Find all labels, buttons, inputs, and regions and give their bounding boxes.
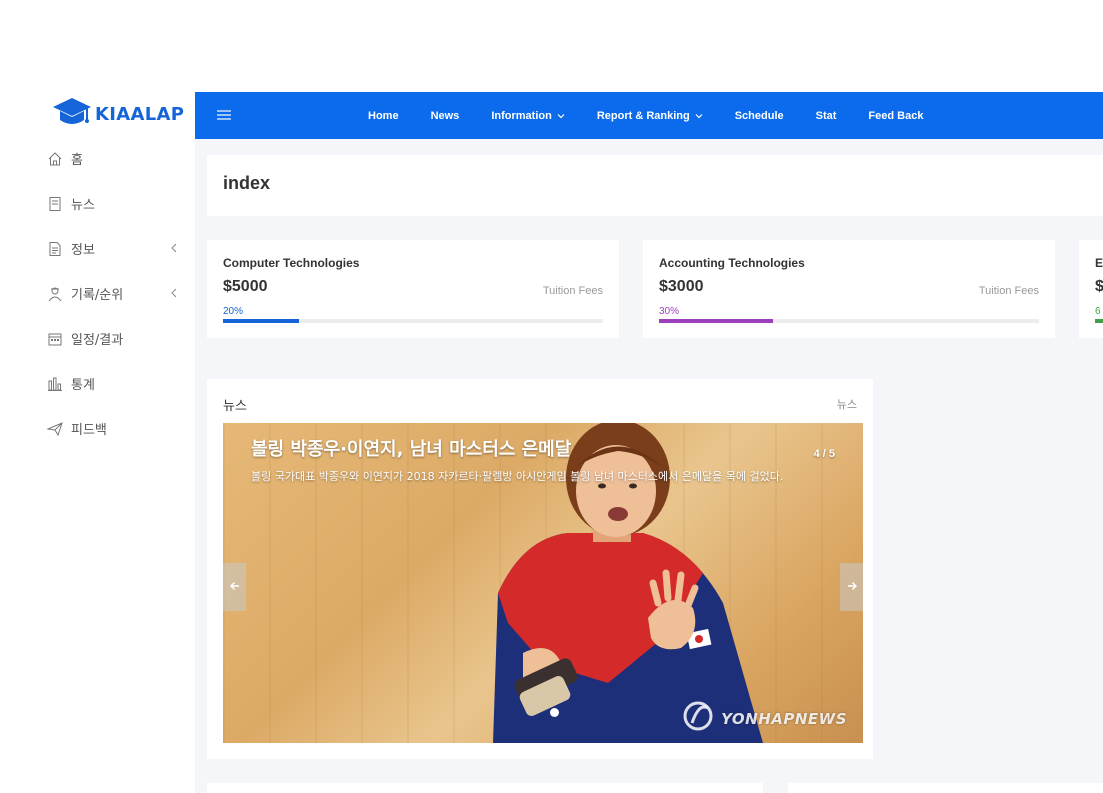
carousel-prev-button[interactable]	[223, 563, 246, 611]
watermark-text: YONHAPNEWS	[721, 709, 847, 728]
yonhap-logo-icon	[679, 701, 717, 736]
chevron-left-icon	[167, 285, 181, 301]
nav-feedback[interactable]: Feed Back	[868, 110, 923, 122]
nav-schedule[interactable]: Schedule	[735, 110, 784, 122]
bottom-card	[207, 783, 763, 793]
nav-report-ranking[interactable]: Report & Ranking	[597, 110, 703, 122]
nav-label: Report & Ranking	[596, 109, 690, 122]
stat-title: Accounting Technologies	[659, 256, 805, 270]
nav-label: Schedule	[734, 109, 784, 122]
slide-title: 볼링 박종우·이연지, 남녀 마스터스 은메달	[251, 439, 572, 460]
document-icon	[47, 241, 63, 257]
hamburger-menu-icon[interactable]	[217, 109, 231, 121]
user-ranking-icon	[47, 286, 63, 302]
top-navbar: Home News Information Report & Ranking S…	[195, 92, 1103, 139]
stat-card: E $ 6	[1079, 240, 1103, 338]
brand-name: KIAALAP	[95, 103, 185, 125]
carousel-next-button[interactable]	[840, 563, 863, 611]
stat-title: Computer Technologies	[223, 256, 360, 270]
progress-fill	[223, 319, 299, 323]
slide-description: 볼링 국가대표 박종우와 이연지가 2018 자카르타·팔렘방 아시안게임 볼링…	[251, 470, 784, 483]
progress-bar	[659, 319, 1039, 323]
sidebar-item-schedule[interactable]: 일정/결과	[0, 316, 195, 361]
nav-label: News	[430, 109, 460, 122]
carousel-indicator-dot[interactable]	[550, 708, 559, 717]
stat-percent: 6	[1095, 306, 1101, 317]
stat-amount: $5000	[223, 278, 268, 295]
stat-card: Accounting Technologies $3000 Tuition Fe…	[643, 240, 1055, 338]
news-card-title: 뉴스	[223, 399, 247, 414]
bottom-card	[788, 783, 1103, 793]
stat-title: E	[1095, 256, 1103, 270]
arrow-left-icon	[229, 578, 240, 596]
progress-bar	[223, 319, 603, 323]
graduation-cap-icon	[52, 96, 92, 133]
main-content: index Computer Technologies $5000 Tuitio…	[195, 139, 1103, 793]
stat-percent: 20%	[223, 306, 244, 317]
calendar-icon	[47, 331, 63, 347]
sidebar-item-label: 피드백	[71, 423, 107, 438]
sidebar-item-ranking[interactable]: 기록/순위	[0, 271, 195, 316]
sidebar: KIAALAP 홈 뉴스 정보 기록/순위 일정/결과 통계 피드백	[0, 92, 195, 793]
sidebar-item-label: 일정/결과	[71, 333, 124, 348]
progress-bar	[1095, 319, 1103, 323]
sidebar-item-news[interactable]: 뉴스	[0, 181, 195, 226]
sidebar-item-label: 통계	[71, 378, 95, 393]
nav-label: Home	[368, 109, 399, 122]
stat-percent: 30%	[659, 306, 680, 317]
stat-amount: $	[1095, 278, 1103, 295]
news-icon	[47, 196, 63, 212]
chevron-down-icon	[557, 112, 565, 120]
sidebar-item-stats[interactable]: 통계	[0, 361, 195, 406]
nav-information[interactable]: Information	[491, 110, 565, 122]
stat-subtitle: Tuition Fees	[978, 285, 1039, 297]
news-carousel[interactable]: 볼링 박종우·이연지, 남녀 마스터스 은메달 볼링 국가대표 박종우와 이연지…	[223, 423, 863, 743]
sidebar-item-label: 정보	[71, 243, 95, 258]
stat-subtitle: Tuition Fees	[542, 285, 603, 297]
top-nav-menu: Home News Information Report & Ranking S…	[368, 92, 955, 139]
send-icon	[47, 421, 63, 437]
slide-counter: 4 / 5	[813, 448, 835, 460]
news-more-link[interactable]: 뉴스	[837, 396, 857, 412]
sidebar-item-label: 홈	[71, 153, 83, 168]
page-header-card: index	[207, 155, 1103, 216]
page-title: index	[223, 173, 271, 193]
nav-home[interactable]: Home	[368, 110, 399, 122]
sidebar-item-info[interactable]: 정보	[0, 226, 195, 271]
nav-stat[interactable]: Stat	[816, 110, 837, 122]
stat-card: Computer Technologies $5000 Tuition Fees…	[207, 240, 619, 338]
news-card: 뉴스 뉴스 볼링 박종우·이연지, 남녀 마스터스 은메달 볼링 국가대표 박종…	[207, 379, 873, 759]
bar-chart-icon	[47, 376, 63, 392]
stat-amount: $3000	[659, 278, 704, 295]
watermark: YONHAPNEWS	[679, 701, 847, 736]
sidebar-menu: 홈 뉴스 정보 기록/순위 일정/결과 통계 피드백	[0, 144, 195, 459]
sidebar-item-home[interactable]: 홈	[0, 136, 195, 181]
nav-label: Information	[491, 109, 552, 122]
sidebar-item-label: 뉴스	[71, 198, 95, 213]
progress-fill	[1095, 319, 1103, 323]
brand-logo[interactable]: KIAALAP	[52, 97, 184, 131]
sidebar-item-feedback[interactable]: 피드백	[0, 406, 195, 451]
sidebar-item-label: 기록/순위	[71, 288, 124, 303]
home-icon	[47, 151, 63, 167]
arrow-right-icon	[847, 578, 857, 596]
nav-label: Stat	[815, 109, 837, 122]
chevron-left-icon	[167, 240, 181, 256]
progress-fill	[659, 319, 773, 323]
chevron-down-icon	[695, 112, 703, 120]
nav-label: Feed Back	[868, 109, 924, 122]
nav-news[interactable]: News	[431, 110, 460, 122]
